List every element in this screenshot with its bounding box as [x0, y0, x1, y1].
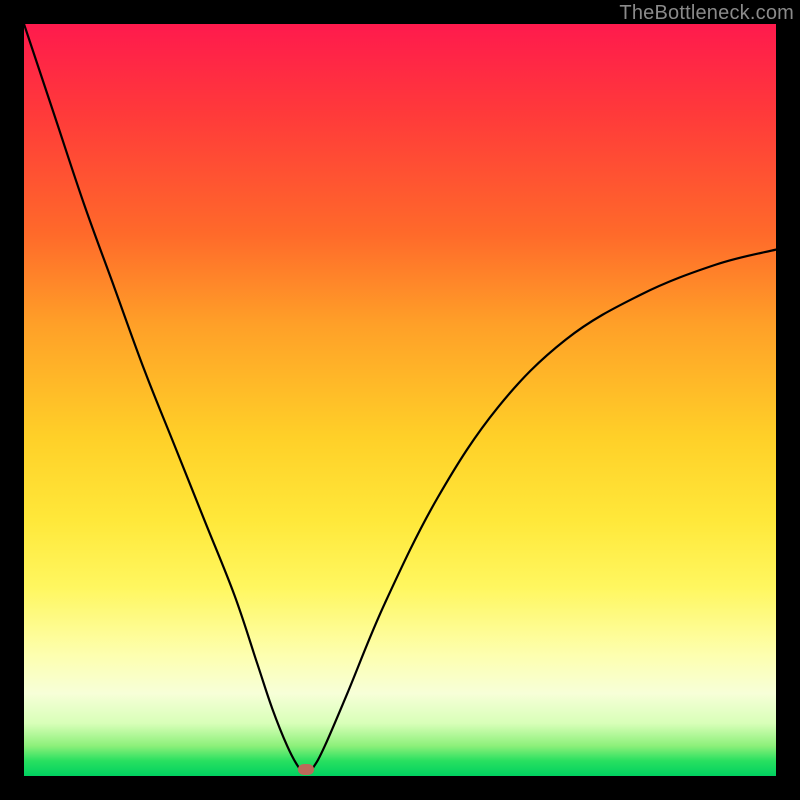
chart-frame: TheBottleneck.com [0, 0, 800, 800]
watermark-text: TheBottleneck.com [619, 2, 794, 25]
optimal-point-marker [298, 764, 314, 775]
bottleneck-curve [24, 24, 776, 776]
plot-area [24, 24, 776, 776]
